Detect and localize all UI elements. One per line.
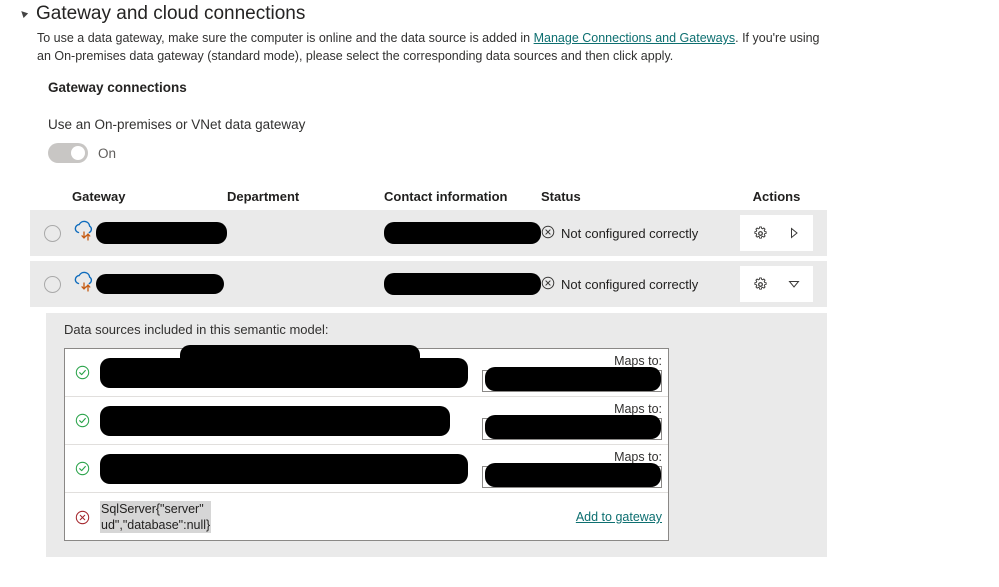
row-actions-group bbox=[740, 266, 813, 302]
data-sources-list: Maps to: Maps to: Maps to: SqlServer{"se… bbox=[64, 345, 669, 541]
column-header-contact: Contact information bbox=[384, 188, 508, 204]
column-header-gateway: Gateway bbox=[72, 188, 126, 204]
row-gateway-cell bbox=[72, 219, 227, 248]
data-source-action-group: Add to gateway bbox=[477, 510, 662, 524]
gateway-cloud-connections-page: ◂ Gateway and cloud connections To use a… bbox=[0, 0, 999, 587]
row-status-text: Not configured correctly bbox=[561, 276, 699, 292]
manage-connections-link[interactable]: Manage Connections and Gateways bbox=[534, 31, 736, 45]
redacted-contact-info bbox=[384, 222, 541, 244]
section-collapse-icon[interactable]: ◂ bbox=[12, 1, 36, 25]
redacted-connection-detail bbox=[180, 345, 420, 371]
maps-to-group: Maps to: bbox=[477, 402, 662, 440]
check-circle-icon bbox=[75, 461, 92, 476]
maps-to-select[interactable] bbox=[482, 462, 662, 488]
data-source-connection-string: SqlServer{"server" ud","database":null} bbox=[100, 501, 212, 533]
maps-to-label: Maps to: bbox=[614, 401, 662, 416]
row-status-cell: Not configured correctly bbox=[541, 225, 726, 242]
redacted-maps-to-value bbox=[485, 462, 661, 487]
data-source-name bbox=[92, 453, 477, 484]
redacted-gateway-name bbox=[96, 274, 224, 294]
row-gateway-cell bbox=[72, 270, 227, 299]
column-header-department: Department bbox=[227, 188, 300, 204]
toggle-knob bbox=[71, 146, 85, 160]
section-description: To use a data gateway, make sure the com… bbox=[37, 29, 827, 65]
table-row[interactable]: Not configured correctly bbox=[30, 210, 827, 256]
section-header[interactable]: ◂ Gateway and cloud connections bbox=[17, 2, 306, 25]
row-status-cell: Not configured correctly bbox=[541, 276, 726, 293]
gear-icon[interactable] bbox=[753, 225, 768, 241]
redacted-gateway-name bbox=[96, 222, 227, 244]
row-actions-cell bbox=[726, 215, 827, 251]
cloud-sync-icon bbox=[72, 270, 98, 299]
row-contact-cell bbox=[384, 273, 541, 295]
redacted-contact-info bbox=[384, 273, 541, 295]
redacted-maps-to-value bbox=[485, 414, 661, 439]
maps-to-select[interactable] bbox=[482, 366, 662, 392]
list-item[interactable]: Maps to: bbox=[65, 445, 668, 493]
data-source-name: SqlServer{"server" ud","database":null} bbox=[92, 345, 477, 533]
page-title: Gateway and cloud connections bbox=[36, 3, 306, 24]
check-circle-icon bbox=[75, 413, 92, 428]
row-actions-cell bbox=[726, 266, 827, 302]
chevron-down-icon[interactable] bbox=[788, 278, 800, 290]
list-item[interactable]: SqlServer{"server" ud","database":null} … bbox=[65, 345, 668, 541]
redacted-data-source-name bbox=[100, 453, 468, 484]
row-radio-button[interactable] bbox=[44, 275, 61, 293]
row-contact-cell bbox=[384, 222, 541, 244]
chevron-right-icon[interactable] bbox=[788, 227, 800, 239]
maps-to-group: Maps to: bbox=[477, 354, 662, 392]
table-header-row: Gateway Department Contact information S… bbox=[30, 182, 827, 210]
gateway-toggle-group: On bbox=[48, 143, 116, 163]
row-actions-group bbox=[740, 215, 813, 251]
gateway-toggle[interactable] bbox=[48, 143, 88, 163]
data-source-name bbox=[92, 405, 477, 436]
maps-to-label: Maps to: bbox=[614, 449, 662, 464]
error-circle-icon bbox=[541, 276, 555, 293]
row-status-text: Not configured correctly bbox=[561, 225, 699, 241]
row-select-cell bbox=[30, 224, 72, 242]
description-text-before: To use a data gateway, make sure the com… bbox=[37, 31, 534, 45]
maps-to-select[interactable] bbox=[482, 414, 662, 440]
check-circle-icon bbox=[75, 365, 92, 380]
column-header-actions: Actions bbox=[752, 188, 801, 204]
data-sources-panel: Data sources included in this semantic m… bbox=[46, 313, 827, 557]
maps-to-group: Maps to: bbox=[477, 450, 662, 488]
toggle-state-label: On bbox=[98, 145, 117, 161]
error-circle-icon bbox=[75, 510, 92, 525]
table-row[interactable]: Not configured correctly bbox=[30, 261, 827, 307]
redacted-maps-to-value bbox=[485, 366, 661, 391]
gateway-toggle-label: Use an On-premises or VNet data gateway bbox=[48, 117, 306, 132]
gateway-connections-heading: Gateway connections bbox=[48, 80, 187, 95]
gateway-table: Gateway Department Contact information S… bbox=[30, 182, 827, 312]
data-sources-title: Data sources included in this semantic m… bbox=[64, 322, 329, 337]
row-radio-button[interactable] bbox=[44, 224, 61, 242]
cloud-sync-icon bbox=[72, 219, 98, 248]
maps-to-label: Maps to: bbox=[614, 353, 662, 368]
list-item[interactable]: Maps to: bbox=[65, 397, 668, 445]
add-to-gateway-link[interactable]: Add to gateway bbox=[576, 510, 662, 524]
gear-icon[interactable] bbox=[753, 276, 768, 292]
redacted-data-source-name bbox=[100, 405, 450, 436]
column-header-status: Status bbox=[541, 188, 581, 204]
row-select-cell bbox=[30, 275, 72, 293]
error-circle-icon bbox=[541, 225, 555, 242]
